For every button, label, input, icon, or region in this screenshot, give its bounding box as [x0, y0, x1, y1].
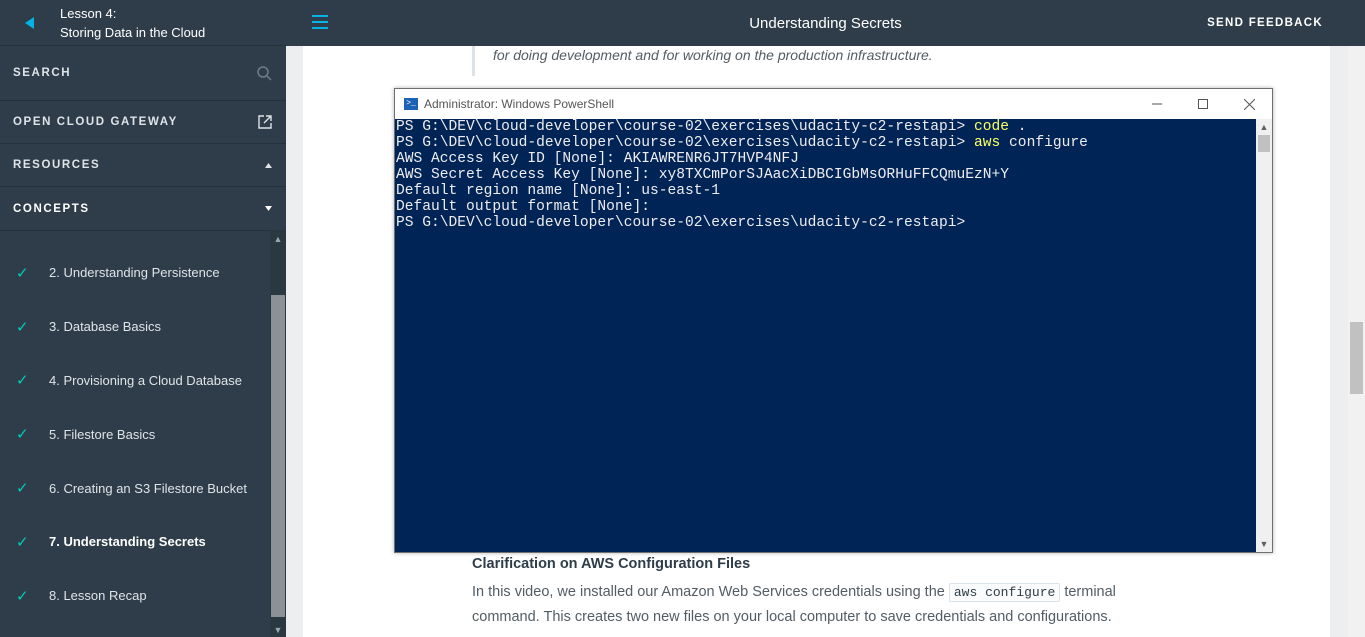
concept-item[interactable]: ✓ 4. Provisioning a Cloud Database	[0, 354, 270, 408]
blockquote-text: for doing development and for working on…	[493, 47, 933, 63]
concept-label: 8. Lesson Recap	[49, 588, 147, 604]
terminal-line: PS G:\DEV\cloud-developer\course-02\exer…	[396, 215, 966, 231]
sidebar-scroll-thumb[interactable]	[271, 295, 285, 617]
caret-up-icon	[265, 162, 272, 168]
concept-item-active[interactable]: ✓ 7. Understanding Secrets	[0, 515, 270, 569]
minimize-icon[interactable]	[1134, 89, 1180, 119]
concept-label: 2. Understanding Persistence	[49, 265, 220, 281]
page-scroll-thumb[interactable]	[1350, 322, 1363, 394]
check-icon: ✓	[16, 264, 29, 282]
concept-item[interactable]: ✓ 8. Lesson Recap	[0, 569, 270, 623]
concept-label: 4. Provisioning a Cloud Database	[49, 372, 242, 388]
powershell-titlebar[interactable]: >_ Administrator: Windows PowerShell	[395, 89, 1272, 119]
concepts-label: CONCEPTS	[13, 202, 90, 215]
gateway-label: OPEN CLOUD GATEWAY	[13, 116, 178, 128]
body-paragraph: In this video, we installed our Amazon W…	[472, 583, 1116, 625]
scroll-down-icon[interactable]: ▼	[1256, 537, 1272, 551]
concept-item[interactable]: ✓ 6. Creating an S3 Filestore Bucket	[0, 461, 270, 515]
page-title: Understanding Secrets	[749, 15, 902, 32]
check-icon: ✓	[16, 318, 29, 336]
concepts-toggle[interactable]: CONCEPTS	[0, 187, 286, 231]
send-feedback-button[interactable]: SEND FEEDBACK	[1207, 17, 1323, 29]
resources-label: RESOURCES	[13, 159, 101, 171]
scroll-up-icon[interactable]: ▲	[270, 232, 286, 246]
open-cloud-gateway-link[interactable]: OPEN CLOUD GATEWAY	[0, 101, 286, 144]
top-bar: Understanding Secrets SEND FEEDBACK	[286, 0, 1365, 46]
powershell-icon: >_	[404, 98, 418, 110]
external-link-icon	[258, 115, 272, 129]
concept-item[interactable]: ✓ 2. Understanding Persistence	[0, 246, 270, 300]
check-icon: ✓	[16, 480, 29, 498]
terminal-line: PS G:\DEV\cloud-developer\course-02\exer…	[396, 119, 1027, 135]
back-arrow-icon	[25, 16, 34, 29]
lesson-title: Storing Data in the Cloud	[60, 24, 206, 40]
powershell-output[interactable]: PS G:\DEV\cloud-developer\course-02\exer…	[395, 119, 1256, 552]
lesson-number: Lesson 4:	[60, 5, 117, 21]
caret-down-icon	[265, 206, 272, 211]
maximize-icon[interactable]	[1180, 89, 1226, 119]
concept-label: 6. Creating an S3 Filestore Bucket	[49, 480, 247, 496]
concept-label: 3. Database Basics	[49, 319, 162, 335]
blockquote-bar	[472, 46, 475, 76]
concept-item[interactable]: ✓ 5. Filestore Basics	[0, 407, 270, 461]
concept-label: 7. Understanding Secrets	[49, 534, 206, 550]
powershell-title: Administrator: Windows PowerShell	[424, 97, 615, 111]
scroll-up-icon[interactable]: ▲	[1256, 120, 1272, 134]
sidebar-scrollbar[interactable]: ▲ ▼	[270, 230, 286, 637]
check-icon: ✓	[16, 533, 29, 551]
terminal-line: PS G:\DEV\cloud-developer\course-02\exer…	[396, 135, 1088, 151]
search-label: SEARCH	[13, 67, 72, 79]
search-icon	[257, 65, 272, 81]
close-icon[interactable]	[1226, 89, 1272, 119]
page-scrollbar[interactable]	[1348, 46, 1365, 637]
concept-item[interactable]: ✓ 3. Database Basics	[0, 300, 270, 354]
lesson-info: Lesson 4: Storing Data in the Cloud	[60, 4, 205, 42]
resources-toggle[interactable]: RESOURCES	[0, 144, 286, 187]
check-icon: ✓	[16, 372, 29, 390]
terminal-line: Default region name [None]: us-east-1	[396, 183, 721, 199]
powershell-scrollbar[interactable]: ▲ ▼	[1256, 119, 1272, 552]
terminal-line: AWS Access Key ID [None]: AKIAWRENR6JT7H…	[396, 151, 799, 167]
sidebar: Lesson 4: Storing Data in the Cloud SEAR…	[0, 0, 286, 637]
search-row[interactable]: SEARCH	[0, 46, 286, 101]
check-icon: ✓	[16, 587, 29, 605]
terminal-line: Default output format [None]:	[396, 199, 650, 215]
powershell-scroll-thumb[interactable]	[1258, 135, 1270, 152]
lesson-header: Lesson 4: Storing Data in the Cloud	[0, 0, 286, 46]
inline-code: aws configure	[948, 583, 1061, 602]
powershell-window[interactable]: >_ Administrator: Windows PowerShell PS …	[394, 88, 1273, 553]
scroll-down-icon[interactable]: ▼	[270, 623, 286, 637]
back-button[interactable]	[0, 0, 60, 46]
section-heading: Clarification on AWS Configuration Files	[472, 556, 751, 572]
concept-label: 5. Filestore Basics	[49, 426, 156, 442]
terminal-line: AWS Secret Access Key [None]: xy8TXCmPor…	[396, 167, 1010, 183]
check-icon: ✓	[16, 426, 29, 444]
concept-list: ✓ 2. Understanding Persistence ✓ 3. Databa…	[0, 230, 270, 637]
